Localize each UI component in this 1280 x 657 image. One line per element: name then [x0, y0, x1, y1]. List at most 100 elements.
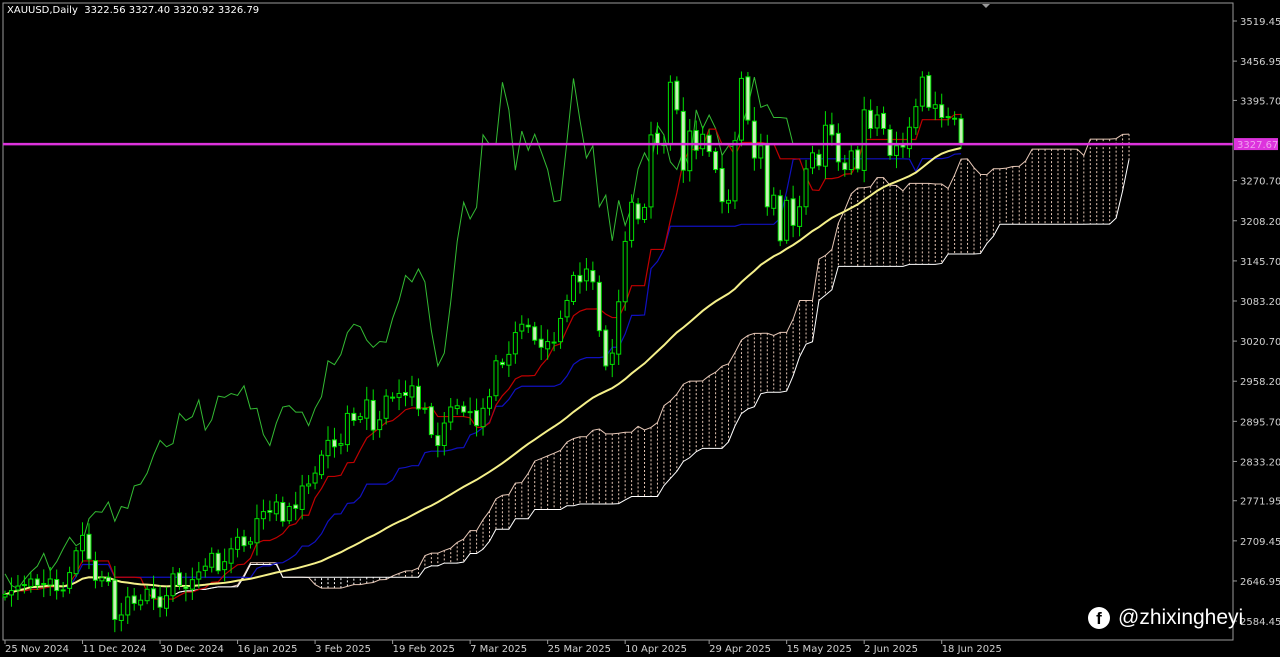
- candle-body: [674, 80, 680, 111]
- candle-body: [551, 341, 557, 344]
- candle-body: [293, 504, 299, 509]
- candle-body: [222, 561, 228, 571]
- candle-body: [105, 576, 111, 583]
- y-tick-label: 3270.70: [1240, 177, 1280, 188]
- candle-body: [183, 586, 189, 590]
- symbol-title: XAUUSD,Daily: [7, 5, 78, 16]
- x-tick-label: 30 Dec 2024: [160, 644, 224, 655]
- candle-body: [758, 145, 764, 159]
- candle-body: [131, 595, 137, 604]
- y-tick-label: 2958.20: [1240, 377, 1280, 388]
- candle-body: [700, 133, 706, 150]
- candle-body: [545, 341, 551, 350]
- candle-body: [60, 589, 66, 592]
- candle-body: [344, 412, 350, 446]
- candle-body: [512, 332, 518, 355]
- candle-body: [21, 584, 27, 587]
- candle-body: [874, 114, 880, 129]
- candle-body: [67, 572, 73, 589]
- candle-body: [403, 392, 409, 396]
- candle-body: [467, 411, 473, 414]
- candle-body: [325, 439, 331, 457]
- candle-body: [338, 443, 344, 446]
- candle-body: [441, 422, 447, 447]
- candle-body: [732, 140, 738, 202]
- candle-body: [680, 110, 686, 171]
- candle-body: [15, 585, 21, 591]
- x-tick-label: 29 Apr 2025: [709, 644, 771, 655]
- y-tick-label: 3395.70: [1240, 96, 1280, 107]
- candle-body: [816, 153, 822, 167]
- x-tick-label: 2 Jun 2025: [864, 644, 918, 655]
- candle-body: [280, 502, 286, 522]
- candle-body: [41, 583, 47, 586]
- candle-body: [80, 534, 86, 552]
- candle-body: [331, 439, 337, 448]
- candle-body: [202, 565, 208, 571]
- candle-body: [454, 405, 460, 410]
- candle-body: [260, 511, 266, 520]
- candle-body: [28, 578, 34, 587]
- candle-body: [286, 505, 292, 522]
- candle-body: [577, 274, 583, 283]
- x-tick-label: 16 Jan 2025: [238, 644, 298, 655]
- candle-body: [415, 385, 421, 410]
- candle-body: [835, 132, 841, 163]
- candle-body: [480, 407, 486, 428]
- candle-body: [881, 112, 887, 129]
- candle-body: [312, 472, 318, 484]
- x-tick-label: 18 Jun 2025: [942, 644, 1002, 655]
- candle-body: [596, 281, 602, 332]
- candle-body: [590, 270, 596, 283]
- candle-body: [319, 454, 325, 476]
- candle-body: [377, 419, 383, 431]
- candle-body: [487, 396, 492, 409]
- y-tick-label: 2771.95: [1240, 497, 1280, 508]
- candle-body: [144, 588, 150, 602]
- time-axis: 25 Nov 2024 11 Dec 2024 30 Dec 2024 16 Jan …: [4, 640, 1002, 655]
- candle-body: [687, 130, 693, 172]
- candle-body: [570, 274, 576, 302]
- candle-body: [86, 533, 92, 560]
- x-tick-label: 25 Nov 2024: [5, 644, 69, 655]
- y-tick-label: 2833.20: [1240, 457, 1280, 468]
- candle-body: [118, 614, 124, 621]
- candle-body: [558, 317, 564, 343]
- candle-body: [151, 588, 157, 599]
- candle-body: [945, 116, 951, 119]
- candle-body: [176, 572, 182, 586]
- watermark-handle: @zhixingheyi: [1118, 606, 1244, 629]
- y-tick-label: 3456.95: [1240, 57, 1280, 68]
- candle-body: [952, 117, 958, 120]
- candle-body: [693, 130, 699, 151]
- candle-body: [357, 416, 363, 420]
- candle-body: [603, 329, 609, 367]
- candle-body: [822, 124, 828, 167]
- candle-body: [868, 109, 874, 129]
- candle-body: [525, 324, 531, 328]
- chart-title: XAUUSD,Daily 3322.56 3327.40 3320.92 332…: [7, 5, 259, 16]
- candle-body: [745, 76, 751, 121]
- y-tick-label: 3208.20: [1240, 217, 1280, 228]
- candle-body: [538, 338, 544, 348]
- x-tick-label: 7 Mar 2025: [470, 644, 527, 655]
- x-tick-label: 25 Mar 2025: [548, 644, 611, 655]
- candle-body: [564, 299, 570, 318]
- candle-body: [642, 206, 648, 220]
- price-axis: 3519.45 3456.95 3395.70 3270.70 3208.20 3145.…: [1233, 17, 1280, 628]
- y-tick-label: 2709.45: [1240, 537, 1280, 548]
- ohlc-values: 3322.56 3327.40 3320.92 3326.79: [84, 5, 260, 16]
- candle-body: [532, 326, 538, 341]
- candle-body: [215, 552, 221, 572]
- facebook-icon: f: [1088, 607, 1110, 629]
- candle-body: [919, 76, 925, 107]
- candle-body: [8, 590, 14, 596]
- y-tick-label: 2584.45: [1240, 617, 1280, 628]
- candle-body: [855, 149, 861, 170]
- price-chart[interactable]: 3327.67 3519.45 3456.95 3395.70 3270.70 3208…: [0, 0, 1280, 657]
- candle-body: [92, 560, 98, 581]
- candle-body: [519, 323, 525, 332]
- candle-body: [764, 144, 770, 208]
- candle-body: [738, 77, 744, 141]
- candle-body: [771, 194, 777, 209]
